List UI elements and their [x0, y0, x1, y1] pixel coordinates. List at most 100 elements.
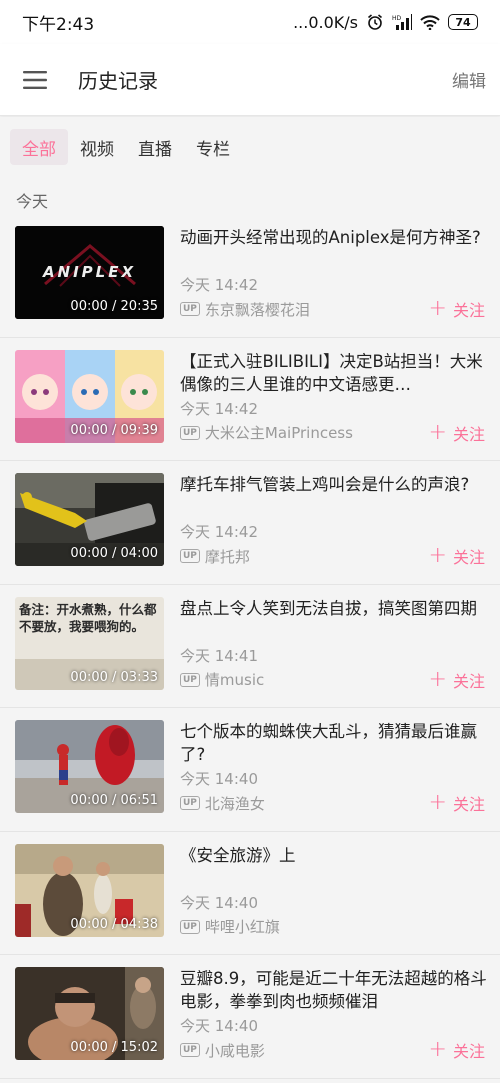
- edit-button[interactable]: 编辑: [452, 67, 486, 92]
- wifi-icon: [420, 14, 440, 30]
- watch-time: 今天 14:41: [180, 646, 258, 665]
- watch-time: 今天 14:42: [180, 276, 258, 294]
- video-thumbnail[interactable]: 00:00 / 09:39: [15, 349, 164, 443]
- tab-live[interactable]: 直播: [126, 129, 184, 165]
- history-list: ANIPLEX 00:00 / 20:35 动画开头经常出现的Aniplex是何…: [0, 214, 500, 1079]
- video-title: 动画开头经常出现的Aniplex是何方神圣?: [180, 228, 481, 247]
- list-item[interactable]: 备注：开水煮熟，什么都不要放，我要喂狗的。 00:00 / 03:33 盘点上令…: [0, 585, 500, 708]
- video-thumbnail[interactable]: ANIPLEX 00:00 / 20:35: [15, 226, 164, 319]
- item-info: 动画开头经常出现的Aniplex是何方神圣? 今天 14:42 UP 东京飘落樱…: [180, 226, 488, 326]
- duration-label: 00:00 / 04:00: [70, 546, 158, 561]
- uploader-row: UP 摩托邦 + 关注: [180, 544, 488, 568]
- follow-button[interactable]: + 关注: [429, 1038, 485, 1062]
- follow-button[interactable]: + 关注: [429, 668, 485, 692]
- uploader-name[interactable]: 东京飘落樱花泪: [205, 299, 429, 320]
- watch-time: 今天 14:42: [180, 523, 258, 541]
- video-thumbnail[interactable]: 00:00 / 04:38: [15, 843, 164, 937]
- item-info: 盘点上令人笑到无法自拔，搞笑图第四期 今天 14:41 UP 情music + 关…: [180, 597, 488, 697]
- filter-tabs: 全部 视频 直播 专栏: [0, 117, 500, 177]
- uploader-row: UP 情music + 关注: [180, 668, 488, 692]
- plus-icon: +: [428, 666, 447, 692]
- up-badge-icon: UP: [180, 302, 200, 316]
- item-info: 摩托车排气管装上鸡叫会是什么的声浪? 今天 14:42 UP 摩托邦 + 关注: [180, 473, 488, 573]
- list-item[interactable]: 00:00 / 04:00 摩托车排气管装上鸡叫会是什么的声浪? 今天 14:4…: [0, 461, 500, 585]
- uploader-row: UP 东京飘落樱花泪 + 关注: [180, 297, 488, 321]
- uploader-name[interactable]: 摩托邦: [205, 546, 429, 567]
- video-title: 七个版本的蜘蛛侠大乱斗，猜猜最后谁赢了?: [180, 722, 477, 764]
- follow-button[interactable]: + 关注: [429, 791, 485, 815]
- uploader-row: UP 小咸电影 + 关注: [180, 1038, 488, 1062]
- uploader-row: UP 北海渔女 + 关注: [180, 791, 488, 815]
- follow-label: 关注: [452, 1042, 485, 1061]
- video-thumbnail[interactable]: 00:00 / 04:00: [15, 473, 164, 566]
- list-item[interactable]: 00:00 / 06:51 七个版本的蜘蛛侠大乱斗，猜猜最后谁赢了? 今天 14…: [0, 708, 500, 832]
- up-badge-icon: UP: [180, 1043, 200, 1057]
- plus-icon: +: [428, 543, 447, 568]
- status-icons: ...0.0K/s HD 74: [293, 13, 478, 32]
- tab-all[interactable]: 全部: [10, 129, 68, 165]
- duration-label: 00:00 / 04:38: [70, 916, 158, 932]
- plus-icon: +: [428, 790, 447, 815]
- follow-label: 关注: [452, 795, 485, 814]
- signal-icon: HD: [392, 14, 412, 30]
- uploader-row: UP 大米公主MaiPrincess + 关注: [180, 421, 488, 445]
- aniplex-logo-text: ANIPLEX: [42, 263, 136, 281]
- duration-label: 00:00 / 15:02: [70, 1040, 158, 1055]
- uploader-name[interactable]: 北海渔女: [205, 793, 429, 814]
- tab-video[interactable]: 视频: [68, 129, 126, 165]
- status-bar: 下午2:43 ...0.0K/s HD 74: [0, 0, 500, 44]
- app-bar: 历史记录 编辑: [0, 44, 500, 116]
- duration-label: 00:00 / 06:51: [70, 793, 158, 808]
- tab-column[interactable]: 专栏: [184, 129, 242, 165]
- uploader-name[interactable]: 小咸电影: [205, 1040, 429, 1061]
- alarm-icon: [366, 13, 384, 31]
- uploader-name[interactable]: 大米公主MaiPrincess: [205, 422, 429, 443]
- up-badge-icon: UP: [180, 672, 200, 687]
- watch-time: 今天 14:42: [180, 399, 258, 418]
- hamburger-menu-icon[interactable]: [0, 44, 70, 116]
- note-text: 备注：开水煮熟，什么都不要放，我要喂狗的。: [19, 601, 157, 634]
- follow-button[interactable]: + 关注: [429, 421, 485, 445]
- duration-label: 00:00 / 03:33: [70, 669, 158, 685]
- follow-button[interactable]: + 关注: [429, 544, 485, 568]
- plus-icon: +: [428, 296, 447, 321]
- section-header-today: 今天: [16, 192, 49, 211]
- list-item[interactable]: 00:00 / 09:39 【正式入驻BILIBILI】决定B站担当！大米偶像的…: [0, 338, 500, 461]
- uploader-row: UP 哔哩小红旗: [180, 915, 488, 939]
- list-item[interactable]: 00:00 / 15:02 豆瓣8.9，可能是近二十年无法超越的格斗电影，拳拳到…: [0, 955, 500, 1079]
- watch-time: 今天 14:40: [180, 770, 258, 788]
- video-title: 豆瓣8.9，可能是近二十年无法超越的格斗电影，拳拳到肉也频频催泪: [180, 969, 487, 1011]
- item-info: 豆瓣8.9，可能是近二十年无法超越的格斗电影，拳拳到肉也频频催泪 今天 14:4…: [180, 967, 488, 1067]
- video-thumbnail[interactable]: 备注：开水煮熟，什么都不要放，我要喂狗的。 00:00 / 03:33: [15, 596, 164, 690]
- list-item[interactable]: 00:00 / 04:38 《安全旅游》上 今天 14:40 UP 哔哩小红旗: [0, 832, 500, 955]
- duration-label: 00:00 / 20:35: [70, 299, 158, 314]
- page-title: 历史记录: [78, 69, 158, 93]
- up-badge-icon: UP: [180, 549, 200, 563]
- uploader-name[interactable]: 情music: [205, 669, 429, 690]
- follow-label: 关注: [452, 548, 485, 567]
- video-title: 摩托车排气管装上鸡叫会是什么的声浪?: [180, 475, 470, 494]
- follow-label: 关注: [452, 671, 485, 691]
- item-info: 七个版本的蜘蛛侠大乱斗，猜猜最后谁赢了? 今天 14:40 UP 北海渔女 + 关…: [180, 720, 488, 820]
- follow-label: 关注: [452, 424, 485, 444]
- up-badge-icon: UP: [180, 796, 200, 810]
- video-title: 【正式入驻BILIBILI】决定B站担当！大米偶像的三人里谁的中文语感更…: [180, 351, 483, 394]
- svg-text:HD: HD: [392, 15, 402, 22]
- plus-icon: +: [428, 419, 447, 445]
- battery-indicator: 74: [448, 14, 478, 30]
- follow-button[interactable]: + 关注: [429, 297, 485, 321]
- network-speed: ...0.0K/s: [293, 12, 358, 32]
- video-title: 盘点上令人笑到无法自拔，搞笑图第四期: [180, 598, 477, 618]
- item-info: 《安全旅游》上 今天 14:40 UP 哔哩小红旗: [180, 844, 488, 944]
- up-badge-icon: UP: [180, 919, 200, 934]
- follow-label: 关注: [452, 301, 485, 320]
- duration-label: 00:00 / 09:39: [70, 422, 158, 438]
- up-badge-icon: UP: [180, 425, 200, 440]
- video-thumbnail[interactable]: 00:00 / 06:51: [15, 720, 164, 813]
- list-item[interactable]: ANIPLEX 00:00 / 20:35 动画开头经常出现的Aniplex是何…: [0, 214, 500, 338]
- video-thumbnail[interactable]: 00:00 / 15:02: [15, 967, 164, 1060]
- video-title: 《安全旅游》上: [180, 845, 296, 865]
- uploader-name[interactable]: 哔哩小红旗: [205, 916, 488, 937]
- status-time: 下午2:43: [22, 14, 95, 35]
- watch-time: 今天 14:40: [180, 1017, 258, 1035]
